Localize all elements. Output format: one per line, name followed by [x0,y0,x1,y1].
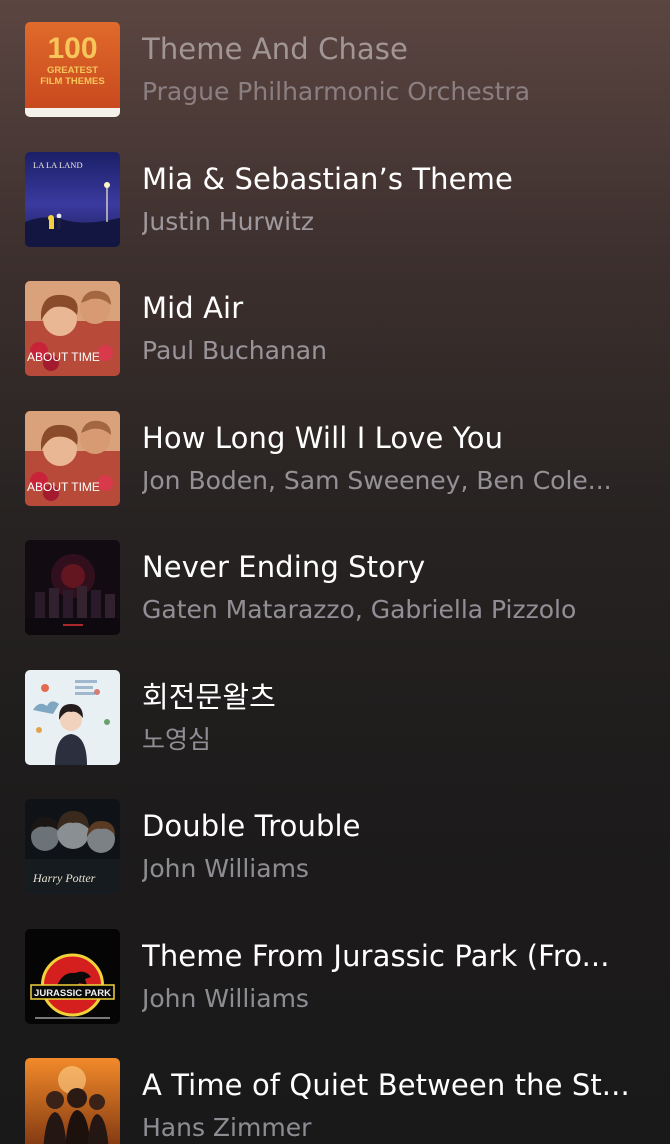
song-row[interactable]: 회전문왈츠 노영심 [0,648,670,778]
album-art-image [25,1058,120,1144]
art-text-film-themes: FILM THEMES [40,76,104,87]
album-art-image: JURASSIC PARK [25,928,120,1024]
song-row[interactable]: ABOUT TIME Mid Air Paul Buchanan [0,259,670,389]
album-art-100-greatest-film-themes: 100 GREATEST FILM THEMES [25,22,120,117]
album-art-about-time: ABOUT TIME [25,281,120,376]
song-title: Never Ending Story [142,550,426,584]
album-art-stranger-things [25,540,120,635]
album-art-image [25,540,120,635]
song-row[interactable]: Harry Potter Double Trouble John William… [0,777,670,907]
song-artist: Justin Hurwitz [142,206,315,236]
song-row[interactable]: ABOUT TIME How Long Will I Love You Jon … [0,389,670,519]
album-art-image: ABOUT TIME [25,410,120,506]
art-text-about-time: ABOUT TIME [27,350,100,364]
song-artist: Paul Buchanan [142,336,327,365]
art-text-la-la-land: LA LA LAND [33,160,83,170]
album-art-korean-drama-ost [25,669,120,765]
song-artist: Gaten Matarazzo, Gabriella Pizzolo [142,595,577,624]
song-row[interactable]: Never Ending Story Gaten Matarazzo, Gabr… [0,518,670,648]
album-art-image [25,669,120,765]
song-title: A Time of Quiet Between the St... [142,1068,630,1102]
art-text-jurassic-park: JURASSIC PARK [34,988,111,999]
song-title: Theme And Chase [142,32,408,66]
song-artist: John Williams [142,854,309,883]
song-artist: Prague Philharmonic Orchestra [142,77,531,106]
song-row[interactable]: LA LA LAND Mia & Sebastian’s Theme Justi… [0,130,670,260]
song-title: How Long Will I Love You [142,420,504,455]
song-artist: John Williams [142,983,309,1013]
art-text-greatest: GREATEST [47,65,98,76]
album-art-jurassic-park: JURASSIC PARK [25,928,120,1024]
album-art-about-time: ABOUT TIME [25,410,120,506]
album-art-harry-potter: Harry Potter [25,799,120,894]
song-title: Mia & Sebastian’s Theme [142,161,513,196]
song-artist: Jon Boden, Sam Sweeney, Ben Cole... [142,465,612,495]
song-title: 회전문왈츠 [142,679,276,714]
album-art-image: Harry Potter [25,799,120,894]
art-text-harry-potter: Harry Potter [32,871,96,885]
song-row[interactable]: JURASSIC PARK Theme From Jurassic Park (… [0,907,670,1037]
album-art-image: LA LA LAND [25,151,120,247]
album-art-image: 100 GREATEST FILM THEMES [25,22,120,117]
song-list-screen: 100 GREATEST FILM THEMES Theme And Chase… [0,0,670,1144]
song-title: Theme From Jurassic Park (Fro... [142,938,610,973]
song-row[interactable]: A Time of Quiet Between the St... Hans Z… [0,1036,670,1144]
album-art-la-la-land: LA LA LAND [25,151,120,247]
song-row[interactable]: 100 GREATEST FILM THEMES Theme And Chase… [0,0,670,130]
song-artist: Hans Zimmer [142,1113,312,1142]
album-art-dune [25,1058,120,1144]
song-artist: 노영심 [142,724,212,754]
album-art-image: ABOUT TIME [25,281,120,376]
art-text-100: 100 [47,32,97,65]
song-title: Double Trouble [142,809,361,843]
song-title: Mid Air [142,291,244,325]
art-text-about-time: ABOUT TIME [27,480,100,494]
